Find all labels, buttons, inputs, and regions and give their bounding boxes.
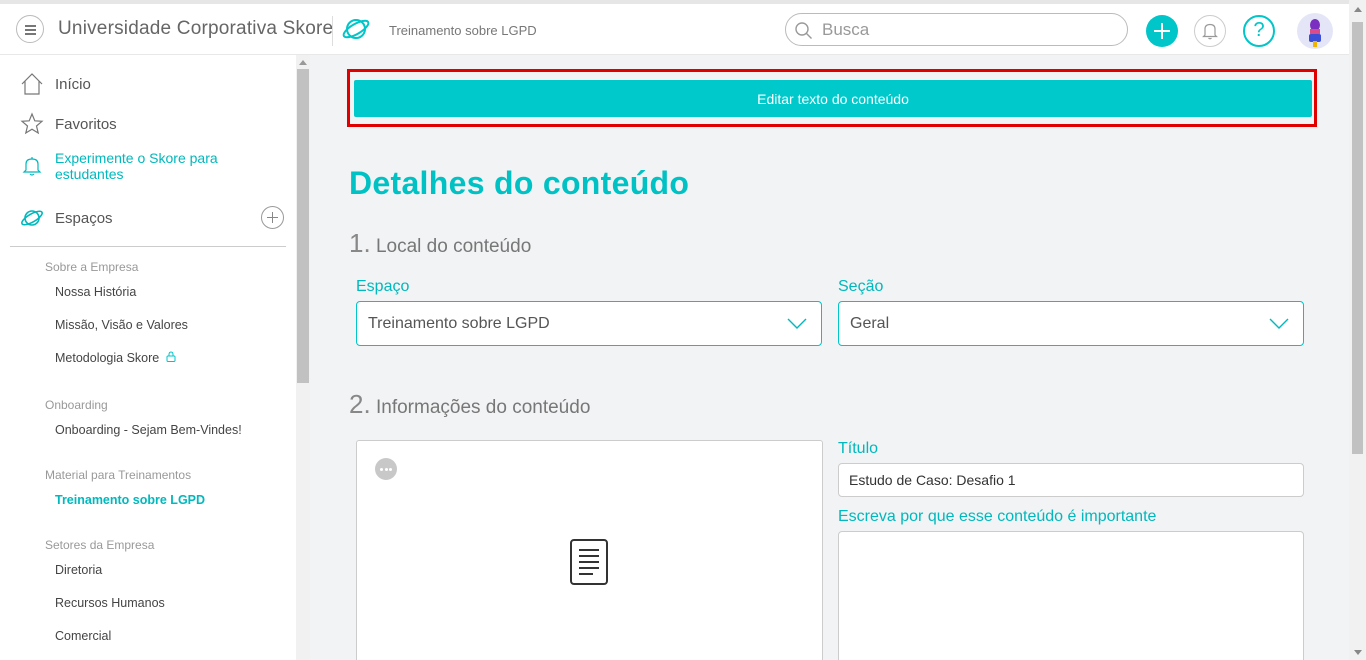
scroll-down-arrow-icon[interactable]	[1354, 650, 1362, 655]
section-heading-location: 1. Local do conteúdo	[349, 228, 531, 259]
scrollbar-thumb[interactable]	[1352, 22, 1363, 454]
space-item-recursos-humanos[interactable]: Recursos Humanos	[55, 596, 165, 610]
section-select[interactable]: Geral	[838, 301, 1304, 346]
avatar[interactable]	[1297, 13, 1333, 49]
space-select[interactable]: Treinamento sobre LGPD	[356, 301, 822, 346]
section-number: 1.	[349, 228, 371, 258]
top-bar: Universidade Corporativa Skore Treinamen…	[0, 0, 1366, 55]
chevron-down-icon	[787, 318, 807, 329]
breadcrumb-space[interactable]: Treinamento sobre LGPD	[389, 23, 537, 38]
highlight-frame: Editar texto do conteúdo	[347, 69, 1317, 127]
planet-icon	[21, 210, 43, 226]
section-field-label: Seção	[838, 278, 884, 295]
sidebar-divider	[10, 246, 286, 247]
bell-icon	[1202, 23, 1218, 40]
space-item-nossa-historia[interactable]: Nossa História	[55, 285, 136, 299]
section-heading-info: 2. Informações do conteúdo	[349, 389, 590, 420]
sidebar-item-espacos[interactable]: Espaços	[20, 206, 113, 230]
space-field-label: Espaço	[356, 278, 410, 295]
title-field-label: Título	[838, 440, 879, 457]
hamburger-menu-icon[interactable]	[16, 15, 44, 43]
sidebar: Início Favoritos Experimente o Skore par…	[0, 55, 296, 660]
document-icon	[570, 539, 608, 585]
scroll-up-arrow-icon[interactable]	[1354, 7, 1362, 12]
space-item-metodologia[interactable]: Metodologia Skore	[55, 351, 176, 365]
user-avatar-icon	[1309, 19, 1321, 47]
chevron-down-icon	[1269, 318, 1289, 329]
section-title: Informações do conteúdo	[375, 397, 591, 418]
space-group-title: Sobre a Empresa	[45, 260, 139, 274]
lock-icon	[166, 351, 176, 362]
sidebar-item-label: Espaços	[55, 209, 113, 227]
star-icon	[20, 112, 44, 135]
plus-icon	[1154, 23, 1170, 39]
app-title[interactable]: Universidade Corporativa Skore	[58, 18, 333, 40]
add-space-button[interactable]	[261, 206, 284, 229]
search-icon	[795, 22, 812, 39]
sidebar-item-favoritos[interactable]: Favoritos	[20, 112, 117, 136]
search-input[interactable]	[822, 20, 1112, 40]
title-divider	[332, 16, 333, 46]
content-preview[interactable]	[356, 440, 823, 660]
sidebar-item-label: Favoritos	[55, 115, 117, 133]
sidebar-scrollbar[interactable]	[296, 55, 310, 660]
sidebar-item-label: Início	[55, 75, 91, 93]
create-button[interactable]	[1146, 15, 1178, 47]
section-title: Local do conteúdo	[375, 236, 532, 257]
home-icon	[21, 73, 43, 95]
space-group-title: Material para Treinamentos	[45, 468, 192, 482]
bell-icon	[22, 157, 42, 176]
section-number: 2.	[349, 389, 371, 419]
page-title: Detalhes do conteúdo	[349, 165, 690, 201]
space-item-comercial[interactable]: Comercial	[55, 629, 111, 643]
sidebar-item-experimente[interactable]: Experimente o Skore para estudantes	[20, 150, 250, 182]
section-select-value: Geral	[850, 315, 890, 332]
search-box[interactable]	[785, 13, 1128, 46]
sidebar-item-label: Experimente o Skore para estudantes	[55, 150, 218, 182]
main-content: Editar texto do conteúdo Detalhes do con…	[310, 55, 1349, 660]
notifications-button[interactable]	[1194, 15, 1226, 47]
why-important-textarea[interactable]	[838, 531, 1304, 660]
space-group-title: Setores da Empresa	[45, 538, 155, 552]
space-item-label: Metodologia Skore	[55, 351, 160, 365]
edit-content-text-button[interactable]: Editar texto do conteúdo	[354, 80, 1312, 117]
title-input[interactable]: Estudo de Caso: Desafio 1	[838, 463, 1304, 497]
space-item-diretoria[interactable]: Diretoria	[55, 563, 102, 577]
more-options-icon[interactable]	[375, 458, 397, 480]
why-field-label: Escreva por que esse conteúdo é importan…	[838, 508, 1157, 525]
page-scrollbar[interactable]	[1349, 0, 1366, 660]
space-group-title: Onboarding	[45, 398, 108, 412]
space-item-onboarding[interactable]: Onboarding - Sejam Bem-Vindes!	[55, 423, 242, 437]
space-item-missao[interactable]: Missão, Visão e Valores	[55, 318, 188, 332]
sidebar-item-inicio[interactable]: Início	[20, 72, 91, 96]
scrollbar-thumb[interactable]	[297, 69, 309, 383]
space-item-treinamento-lgpd[interactable]: Treinamento sobre LGPD	[55, 493, 205, 507]
space-select-value: Treinamento sobre LGPD	[368, 315, 550, 332]
planet-icon	[342, 19, 370, 39]
help-button[interactable]: ?	[1243, 15, 1275, 47]
scroll-up-arrow-icon[interactable]	[299, 60, 307, 65]
